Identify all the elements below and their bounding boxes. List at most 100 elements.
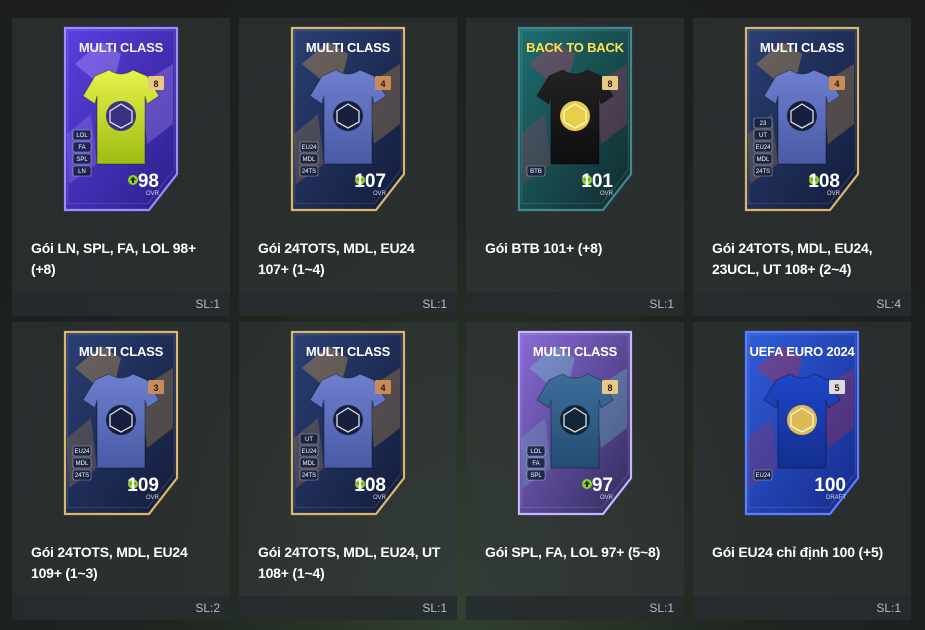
pack-card[interactable]: MULTI CLASS 3 EU24 MDL 24TS 109 OVR [61,328,181,518]
card-slot-badge: 8 [602,380,618,394]
card-ovr-label: DRAFT [826,495,846,501]
pack-tile[interactable]: BACK TO BACK 8 BTB 101 OVR Gói BTB 101+ … [466,18,684,316]
svg-text:LOL: LOL [530,449,542,455]
pack-quantity: SL:1 [422,601,447,615]
card-slot-badge: 3 [148,380,164,394]
card-class-title: MULTI CLASS [306,344,391,359]
card-tag: SPL [526,469,546,481]
card-ovr-label: OVR [600,191,614,197]
card-tag: EU24 [753,141,773,153]
pack-grid: MULTI CLASS 8 LOL FA SPL LN 98 OVR Gói L… [12,18,911,620]
pack-name: Gói LN, SPL, FA, LOL 98+ (+8) [31,240,196,277]
svg-text:8: 8 [153,79,158,89]
svg-text:MDL: MDL [76,461,89,467]
svg-text:4: 4 [380,383,385,393]
svg-text:24TS: 24TS [302,473,316,479]
card-slot-badge: 8 [148,76,164,90]
card-class-title: MULTI CLASS [306,40,391,55]
pack-quantity-bar: SL:1 [693,596,911,620]
pack-card[interactable]: MULTI CLASS 8 LOL FA SPL LN 98 OVR [61,24,181,214]
pack-quantity-bar: SL:1 [466,292,684,316]
svg-text:SPL: SPL [530,473,542,479]
pack-name: Gói 24TOTS, MDL, EU24, UT 108+ (1~4) [258,544,441,581]
pack-card[interactable]: BACK TO BACK 8 BTB 101 OVR [515,24,635,214]
card-tag: 24TS [72,469,92,481]
card-tag: MDL [299,457,319,469]
pack-name: Gói 24TOTS, MDL, EU24 107+ (1~4) [258,240,415,277]
card-ovr-label: OVR [373,495,387,501]
pack-card[interactable]: MULTI CLASS 4 UT EU24 MDL 24TS 108 OVR [288,328,408,518]
card-slot-badge: 8 [602,76,618,90]
card-ovr: 97 [592,475,613,496]
pack-card[interactable]: MULTI CLASS 4 23 UT EU24 MDL 24TS 108 OV… [742,24,862,214]
card-ovr: 108 [354,475,386,496]
card-slot-badge: 4 [375,380,391,394]
card-class-title: MULTI CLASS [79,40,164,55]
pack-card[interactable]: MULTI CLASS 4 EU24 MDL 24TS 107 OVR [288,24,408,214]
svg-text:4: 4 [380,79,385,89]
pack-name: Gói BTB 101+ (+8) [485,240,603,256]
pack-card[interactable]: UEFA EURO 2024 5 EU24 100 DRAFT [742,328,862,518]
svg-text:3: 3 [153,383,158,393]
pack-quantity: SL:1 [649,601,674,615]
pack-tile[interactable]: MULTI CLASS 4 EU24 MDL 24TS 107 OVR Gói … [239,18,457,316]
card-tag: EU24 [299,141,319,153]
pack-tile[interactable]: MULTI CLASS 4 23 UT EU24 MDL 24TS 108 OV… [693,18,911,316]
card-tag: 24TS [299,165,319,177]
card-tag: UT [299,433,319,445]
svg-text:UT: UT [759,133,767,139]
pack-tile[interactable]: MULTI CLASS 4 UT EU24 MDL 24TS 108 OVR G… [239,322,457,620]
card-tag: LOL [526,445,546,457]
card-ovr-label: OVR [827,191,841,197]
svg-text:UT: UT [305,437,313,443]
svg-text:EU24: EU24 [755,473,771,479]
card-ovr: 107 [354,171,386,192]
card-tag: FA [526,457,546,469]
card-ovr-label: OVR [373,191,387,197]
card-class-title: MULTI CLASS [533,344,618,359]
svg-text:EU24: EU24 [301,145,317,151]
pack-name: Gói SPL, FA, LOL 97+ (5~8) [485,544,661,560]
card-tag: MDL [753,153,773,165]
pack-quantity-bar: SL:1 [466,596,684,620]
card-class-title: MULTI CLASS [79,344,164,359]
card-tag: 24TS [753,165,773,177]
card-ovr: 101 [581,171,613,192]
card-class-title: BACK TO BACK [526,40,625,55]
card-class-title: MULTI CLASS [760,40,845,55]
pack-name: Gói 24TOTS, MDL, EU24 109+ (1~3) [31,544,188,581]
pack-quantity-bar: SL:1 [239,596,457,620]
svg-text:FA: FA [532,461,539,467]
card-tag: EU24 [72,445,92,457]
card-tag: MDL [299,153,319,165]
card-ovr-label: OVR [146,191,160,197]
pack-tile[interactable]: UEFA EURO 2024 5 EU24 100 DRAFT Gói EU24… [693,322,911,620]
svg-text:EU24: EU24 [755,145,771,151]
card-tag: LOL [72,129,92,141]
card-tag: EU24 [753,469,773,481]
pack-tile[interactable]: MULTI CLASS 8 LOL FA SPL 97 OVR Gói SPL,… [466,322,684,620]
pack-quantity: SL:1 [876,601,901,615]
card-slot-badge: 4 [375,76,391,90]
svg-text:EU24: EU24 [74,449,90,455]
pack-card-art: MULTI CLASS 4 EU24 MDL 24TS 107 OVR [290,26,406,212]
svg-text:FA: FA [78,145,85,151]
pack-quantity-bar: SL:4 [693,292,911,316]
svg-text:MDL: MDL [303,461,316,467]
card-tag: SPL [72,153,92,165]
card-class-title: UEFA EURO 2024 [749,344,855,359]
pack-tile[interactable]: MULTI CLASS 8 LOL FA SPL LN 98 OVR Gói L… [12,18,230,316]
svg-text:24TS: 24TS [75,473,89,479]
card-tag: UT [753,129,773,141]
card-slot-badge: 5 [829,380,845,394]
card-ovr-label: OVR [146,495,160,501]
pack-quantity: SL:1 [195,297,220,311]
card-ovr: 109 [127,475,159,496]
svg-text:8: 8 [607,383,612,393]
pack-tile[interactable]: MULTI CLASS 3 EU24 MDL 24TS 109 OVR Gói … [12,322,230,620]
svg-text:23: 23 [760,121,767,127]
pack-card-art: MULTI CLASS 4 UT EU24 MDL 24TS 108 OVR [290,330,406,516]
card-tag: MDL [72,457,92,469]
pack-card[interactable]: MULTI CLASS 8 LOL FA SPL 97 OVR [515,328,635,518]
pack-quantity-bar: SL:2 [12,596,230,620]
